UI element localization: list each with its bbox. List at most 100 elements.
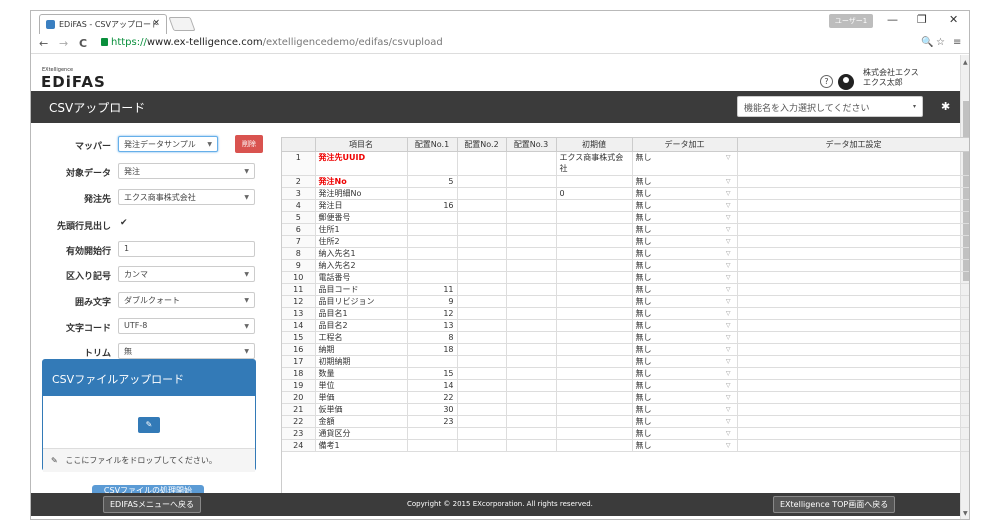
initial-value-cell[interactable]: [556, 271, 633, 284]
extelligence-top-button[interactable]: EXtelligence TOP画面へ戻る: [773, 496, 896, 513]
table-row[interactable]: 15 工程名 8 無し ▽: [282, 331, 969, 344]
position3-cell[interactable]: [506, 223, 557, 236]
position2-cell[interactable]: [457, 355, 507, 368]
gear-icon[interactable]: ✱: [941, 100, 950, 113]
processing-select[interactable]: 無し ▽: [632, 427, 738, 440]
position1-cell[interactable]: [407, 355, 458, 368]
initial-value-cell[interactable]: [556, 403, 633, 416]
position3-cell[interactable]: [506, 367, 557, 380]
initial-value-cell[interactable]: [556, 295, 633, 308]
position3-cell[interactable]: [506, 259, 557, 272]
position1-cell[interactable]: 5: [407, 175, 458, 188]
position1-cell[interactable]: [407, 271, 458, 284]
processing-setting-cell[interactable]: [737, 355, 969, 368]
initial-value-cell[interactable]: [556, 235, 633, 248]
position1-cell[interactable]: 23: [407, 415, 458, 428]
minimize-icon[interactable]: —: [887, 13, 898, 26]
help-icon[interactable]: ?: [820, 75, 833, 88]
position1-cell[interactable]: [407, 235, 458, 248]
position2-cell[interactable]: [457, 367, 507, 380]
initial-value-cell[interactable]: [556, 331, 633, 344]
processing-setting-cell[interactable]: [737, 307, 969, 320]
position2-cell[interactable]: [457, 283, 507, 296]
position1-cell[interactable]: 15: [407, 367, 458, 380]
new-tab-button[interactable]: [168, 17, 196, 31]
position3-cell[interactable]: [506, 271, 557, 284]
processing-setting-cell[interactable]: [737, 235, 969, 248]
position2-cell[interactable]: [457, 235, 507, 248]
position2-cell[interactable]: [457, 319, 507, 332]
mapper-select[interactable]: 発注データサンプル ▼: [118, 136, 218, 152]
initial-value-cell[interactable]: 0: [556, 187, 633, 200]
position1-cell[interactable]: [407, 187, 458, 200]
position2-cell[interactable]: [457, 247, 507, 260]
position3-cell[interactable]: [506, 199, 557, 212]
processing-setting-cell[interactable]: [737, 343, 969, 356]
table-row[interactable]: 19 単位 14 無し ▽: [282, 379, 969, 392]
restore-icon[interactable]: ❐: [917, 13, 927, 26]
header-row-checkbox[interactable]: ✔: [120, 218, 128, 228]
initial-value-cell[interactable]: [556, 247, 633, 260]
table-row[interactable]: 3 発注明細No 0 無し ▽: [282, 187, 969, 200]
supplier-select[interactable]: エクス商事株式会社 ▼: [118, 189, 255, 205]
delete-button[interactable]: 削除: [235, 135, 263, 153]
position3-cell[interactable]: [506, 319, 557, 332]
initial-value-cell[interactable]: [556, 283, 633, 296]
initial-value-cell[interactable]: [556, 259, 633, 272]
position1-cell[interactable]: 18: [407, 343, 458, 356]
position1-cell[interactable]: 13: [407, 319, 458, 332]
reload-icon[interactable]: C: [79, 37, 87, 50]
position2-cell[interactable]: [457, 343, 507, 356]
processing-select[interactable]: 無し ▽: [632, 343, 738, 356]
position3-cell[interactable]: [506, 283, 557, 296]
position1-cell[interactable]: 16: [407, 199, 458, 212]
position2-cell[interactable]: [457, 427, 507, 440]
position1-cell[interactable]: 11: [407, 283, 458, 296]
position1-cell[interactable]: [407, 151, 458, 176]
initial-value-cell[interactable]: [556, 391, 633, 404]
position2-cell[interactable]: [457, 391, 507, 404]
table-row[interactable]: 2 発注No 5 無し ▽: [282, 175, 969, 188]
mapping-table-container[interactable]: 項目名 配置No.1 配置No.2 配置No.3 初期値 データ加工 データ加工…: [281, 137, 969, 503]
processing-setting-cell[interactable]: [737, 367, 969, 380]
position1-cell[interactable]: [407, 211, 458, 224]
position3-cell[interactable]: [506, 307, 557, 320]
trim-select[interactable]: 無 ▼: [118, 343, 255, 359]
processing-setting-cell[interactable]: [737, 439, 969, 452]
initial-value-cell[interactable]: [556, 439, 633, 452]
position2-cell[interactable]: [457, 175, 507, 188]
table-row[interactable]: 22 金額 23 無し ▽: [282, 415, 969, 428]
initial-value-cell[interactable]: [556, 223, 633, 236]
processing-select[interactable]: 無し ▽: [632, 295, 738, 308]
close-window-icon[interactable]: ✕: [949, 13, 958, 26]
table-row[interactable]: 14 品目名2 13 無し ▽: [282, 319, 969, 332]
initial-value-cell[interactable]: エクス商事株式会社: [556, 151, 633, 176]
position2-cell[interactable]: [457, 379, 507, 392]
table-row[interactable]: 4 発注日 16 無し ▽: [282, 199, 969, 212]
processing-setting-cell[interactable]: [737, 295, 969, 308]
processing-select[interactable]: 無し ▽: [632, 379, 738, 392]
table-row[interactable]: 16 納期 18 無し ▽: [282, 343, 969, 356]
processing-setting-cell[interactable]: [737, 331, 969, 344]
position2-cell[interactable]: [457, 151, 507, 176]
position3-cell[interactable]: [506, 379, 557, 392]
scroll-up-icon[interactable]: ▲: [963, 59, 968, 66]
position2-cell[interactable]: [457, 199, 507, 212]
position3-cell[interactable]: [506, 295, 557, 308]
encoding-select[interactable]: UTF-8 ▼: [118, 318, 255, 334]
menu-icon[interactable]: ≡: [953, 37, 961, 48]
table-row[interactable]: 23 通貨区分 無し ▽: [282, 427, 969, 440]
initial-value-cell[interactable]: [556, 379, 633, 392]
processing-setting-cell[interactable]: [737, 283, 969, 296]
processing-setting-cell[interactable]: [737, 403, 969, 416]
url-input[interactable]: https://www.ex-telligence.com/extelligen…: [101, 37, 443, 48]
position3-cell[interactable]: [506, 391, 557, 404]
processing-setting-cell[interactable]: [737, 211, 969, 224]
table-row[interactable]: 5 郵便番号 無し ▽: [282, 211, 969, 224]
position2-cell[interactable]: [457, 439, 507, 452]
processing-select[interactable]: 無し ▽: [632, 199, 738, 212]
processing-setting-cell[interactable]: [737, 427, 969, 440]
table-row[interactable]: 12 品目リビジョン 9 無し ▽: [282, 295, 969, 308]
edifas-menu-button[interactable]: EDIFASメニューへ戻る: [103, 496, 201, 513]
processing-select[interactable]: 無し ▽: [632, 151, 738, 176]
